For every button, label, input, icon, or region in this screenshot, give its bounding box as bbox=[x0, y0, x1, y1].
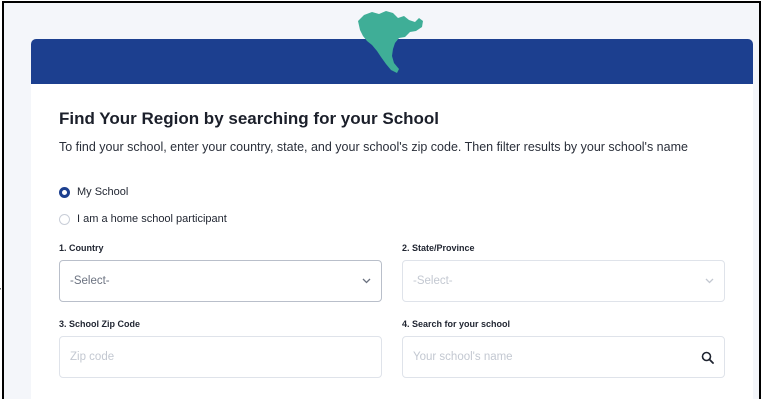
state-label: 2. State/Province bbox=[402, 243, 475, 253]
country-label: 1. Country bbox=[59, 243, 104, 253]
zip-label: 3. School Zip Code bbox=[59, 319, 141, 329]
school-search-placeholder: Your school's name bbox=[413, 351, 513, 363]
pointer-arrow-edge bbox=[0, 285, 1, 312]
search-icon[interactable] bbox=[701, 351, 714, 364]
page-frame: Find Your Region by searching for your S… bbox=[2, 1, 761, 399]
chevron-down-icon bbox=[361, 276, 371, 286]
instructions-text: To find your school, enter your country,… bbox=[59, 140, 688, 154]
radio-unselected-icon[interactable] bbox=[59, 213, 70, 225]
north-america-map-icon bbox=[358, 11, 423, 73]
zip-code-input[interactable]: Zip code bbox=[59, 336, 382, 378]
country-select[interactable]: -Select- bbox=[59, 260, 382, 302]
chevron-down-icon bbox=[704, 276, 714, 286]
country-select-value: -Select- bbox=[70, 275, 110, 287]
state-select[interactable]: -Select- bbox=[402, 260, 725, 302]
school-search-label: 4. Search for your school bbox=[402, 319, 511, 329]
state-select-value: -Select- bbox=[413, 275, 453, 287]
zip-code-placeholder: Zip code bbox=[70, 351, 115, 363]
radio-label-home-school: I am a home school participant bbox=[77, 213, 227, 225]
radio-selected-icon[interactable] bbox=[59, 186, 70, 198]
radio-option-my-school[interactable]: My School bbox=[59, 186, 128, 198]
radio-option-home-school[interactable]: I am a home school participant bbox=[59, 213, 227, 225]
radio-label-my-school: My School bbox=[77, 186, 129, 198]
form-card: Find Your Region by searching for your S… bbox=[31, 84, 753, 399]
page-title: Find Your Region by searching for your S… bbox=[59, 109, 440, 128]
school-search-input[interactable]: Your school's name bbox=[402, 336, 725, 378]
